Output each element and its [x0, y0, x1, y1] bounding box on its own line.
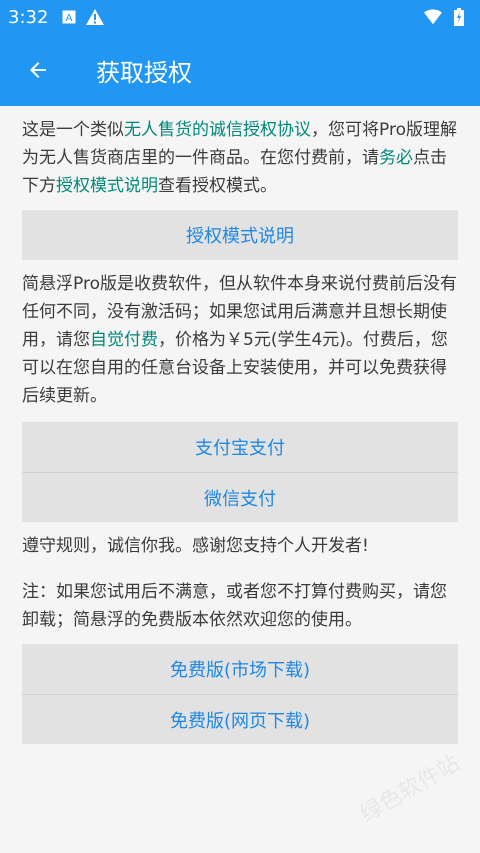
- back-button[interactable]: [0, 34, 76, 106]
- payment-button-group: 支付宝支付 微信支付: [22, 422, 458, 522]
- warning-icon: [86, 8, 105, 26]
- voluntary-payment-emphasis: 自觉付费: [90, 330, 158, 350]
- page-title: 获取授权: [96, 58, 192, 87]
- intro-text-part: 查看授权模式。: [158, 176, 277, 196]
- honesty-agreement-link[interactable]: 无人售货的诚信授权协议: [124, 120, 311, 140]
- note-text: 注：如果您试用后不满意，或者您不打算付费购买，请您卸载；简悬浮的免费版本依然欢迎…: [22, 582, 447, 630]
- svg-text:A: A: [66, 13, 73, 24]
- intro-text-part: 这是一个类似: [22, 120, 124, 140]
- free-market-download-button[interactable]: 免费版(市场下载): [22, 644, 458, 694]
- description-text: 简悬浮Pro版是收费软件，但从软件本身来说付费前后没有任何不同，没有激活码；如果…: [22, 270, 458, 410]
- free-web-download-button[interactable]: 免费版(网页下载): [22, 694, 458, 744]
- arrow-left-icon: [30, 62, 46, 78]
- wifi-icon: [424, 8, 442, 26]
- app-bar: 获取授权: [0, 34, 480, 106]
- mode-button-group: 授权模式说明: [22, 210, 458, 260]
- auth-mode-button[interactable]: 授权模式说明: [22, 210, 458, 260]
- a-box-icon: A: [60, 8, 78, 26]
- free-download-button-group: 免费版(市场下载) 免费版(网页下载): [22, 644, 458, 744]
- rules-text: 遵守规则，诚信你我。感谢您支持个人开发者!: [22, 536, 369, 556]
- wechat-pay-button[interactable]: 微信支付: [22, 472, 458, 522]
- intro-text: 这是一个类似无人售货的诚信授权协议，您可将Pro版理解为无人售货商店里的一件商品…: [22, 116, 458, 200]
- must-emphasis: 务必: [379, 148, 413, 168]
- alipay-button[interactable]: 支付宝支付: [22, 422, 458, 472]
- auth-mode-link[interactable]: 授权模式说明: [56, 176, 158, 196]
- battery-icon: [450, 8, 468, 26]
- watermark: 绿色软件站: [356, 750, 465, 828]
- main-content: 这是一个类似无人售货的诚信授权协议，您可将Pro版理解为无人售货商店里的一件商品…: [0, 106, 480, 744]
- status-time: 3:32: [8, 6, 49, 28]
- status-bar: 3:32 A: [0, 0, 480, 34]
